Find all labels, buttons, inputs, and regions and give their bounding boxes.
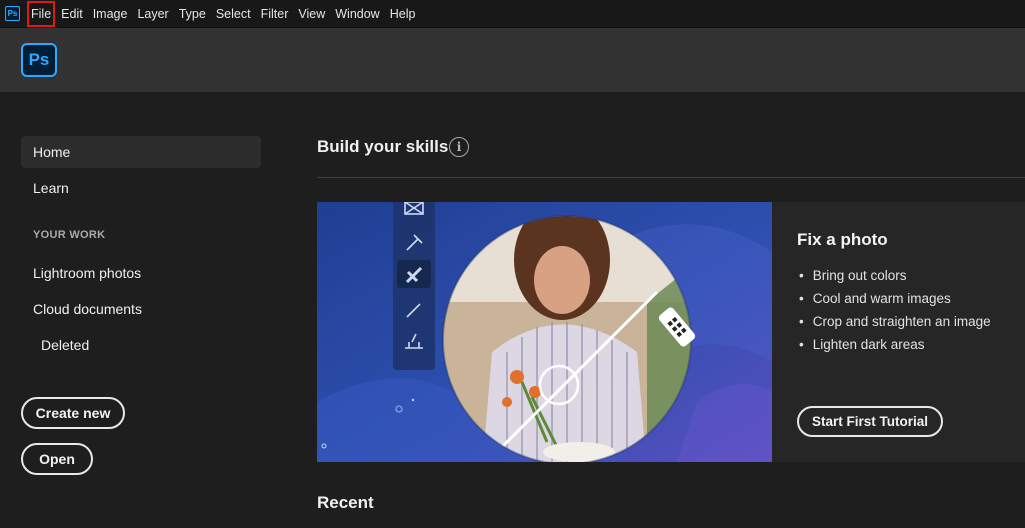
tutorial-bullet-list: Bring out colors Cool and warm images Cr… (799, 264, 991, 356)
sidebar-section-your-work: YOUR WORK (33, 229, 106, 241)
sidebar-item-lightroom-photos[interactable]: Lightroom photos (21, 257, 261, 289)
list-item: Bring out colors (799, 264, 991, 287)
menu-type[interactable]: Type (174, 0, 211, 28)
menu-help[interactable]: Help (385, 0, 421, 28)
tutorial-title: Fix a photo (797, 230, 888, 249)
sidebar-item-deleted[interactable]: Deleted (21, 329, 261, 361)
create-new-button[interactable]: Create new (21, 397, 125, 429)
build-your-skills-title: Build your skills (317, 137, 449, 156)
photoshop-logo: Ps (21, 43, 57, 77)
list-item: Cool and warm images (799, 287, 991, 310)
menu-bar: Ps File Edit Image Layer Type Select Fil… (0, 0, 1025, 28)
menu-layer[interactable]: Layer (132, 0, 173, 28)
sidebar-item-learn[interactable]: Learn (21, 172, 261, 204)
list-item: Lighten dark areas (799, 333, 991, 356)
menu-window[interactable]: Window (330, 0, 384, 28)
sidebar: Home Learn YOUR WORK Lightroom photos Cl… (0, 92, 290, 528)
photoshop-app-icon[interactable]: Ps (5, 6, 20, 21)
sidebar-item-cloud-documents[interactable]: Cloud documents (21, 293, 261, 325)
menu-filter[interactable]: Filter (256, 0, 294, 28)
menu-file[interactable]: File (26, 0, 56, 28)
start-first-tutorial-button[interactable]: Start First Tutorial (797, 406, 943, 437)
tutorial-info-panel: Fix a photo Bring out colors Cool and wa… (772, 202, 1025, 462)
tutorial-thumbnail[interactable] (317, 202, 772, 462)
menu-view[interactable]: View (293, 0, 330, 28)
menu-image[interactable]: Image (88, 0, 133, 28)
menu-select[interactable]: Select (211, 0, 256, 28)
open-button[interactable]: Open (21, 443, 93, 475)
list-item: Crop and straighten an image (799, 310, 991, 333)
divider (317, 177, 1025, 178)
menu-edit[interactable]: Edit (56, 0, 88, 28)
info-icon[interactable]: i (449, 137, 469, 157)
fix-photo-illustration (317, 202, 772, 462)
recent-title: Recent (317, 493, 374, 512)
sidebar-item-home[interactable]: Home (21, 136, 261, 168)
home-header: Ps (0, 28, 1025, 92)
tutorial-card: Fix a photo Bring out colors Cool and wa… (317, 202, 1025, 462)
